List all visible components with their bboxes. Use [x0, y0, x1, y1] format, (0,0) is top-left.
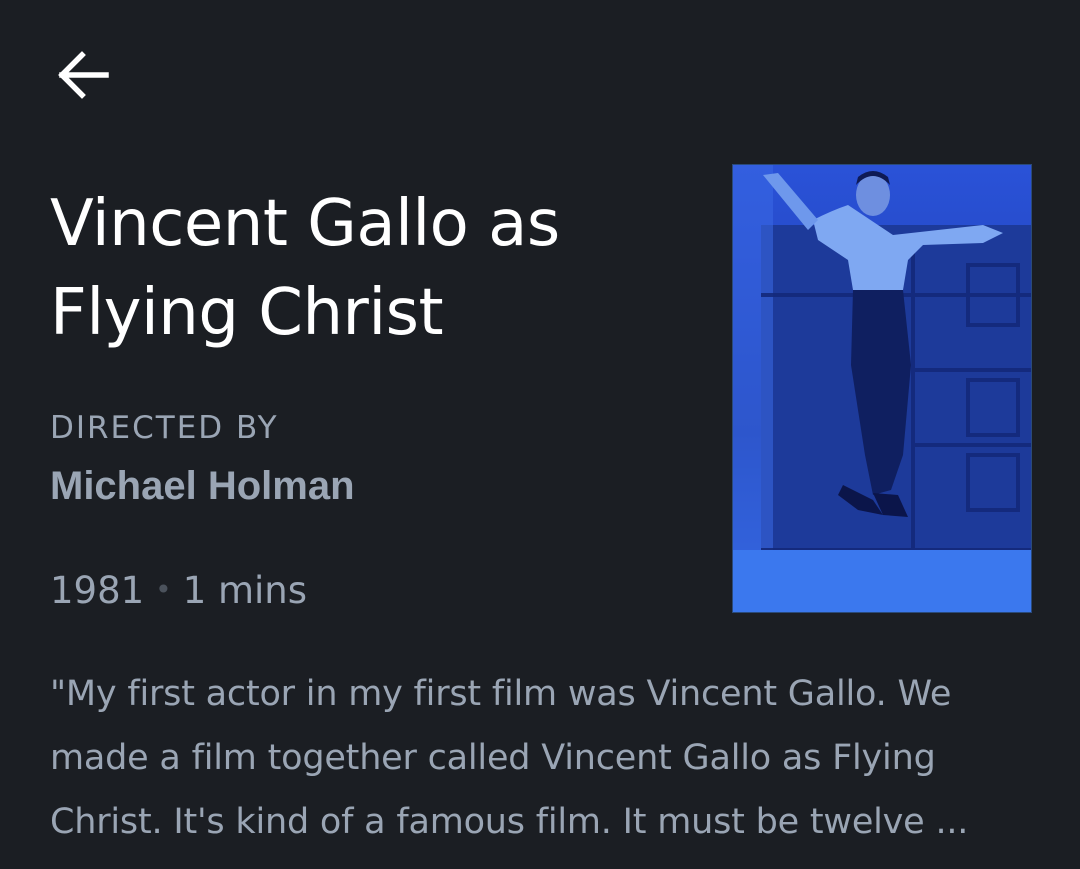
back-button[interactable] [56, 50, 112, 100]
film-title: Vincent Gallo as Flying Christ [50, 187, 560, 350]
directed-by-label: DIRECTED BY [50, 410, 279, 446]
release-year[interactable]: 1981 [50, 569, 144, 612]
meta-separator: • [155, 573, 172, 606]
film-meta: 1981 • 1 mins [50, 570, 307, 615]
arrow-left-icon [56, 50, 112, 100]
runtime: 1 mins [182, 569, 308, 612]
director-name[interactable]: Michael Holman [50, 463, 355, 509]
poster-image [733, 165, 1031, 612]
film-synopsis[interactable]: "My first actor in my first film was Vin… [50, 662, 1035, 854]
film-poster[interactable] [732, 164, 1032, 613]
